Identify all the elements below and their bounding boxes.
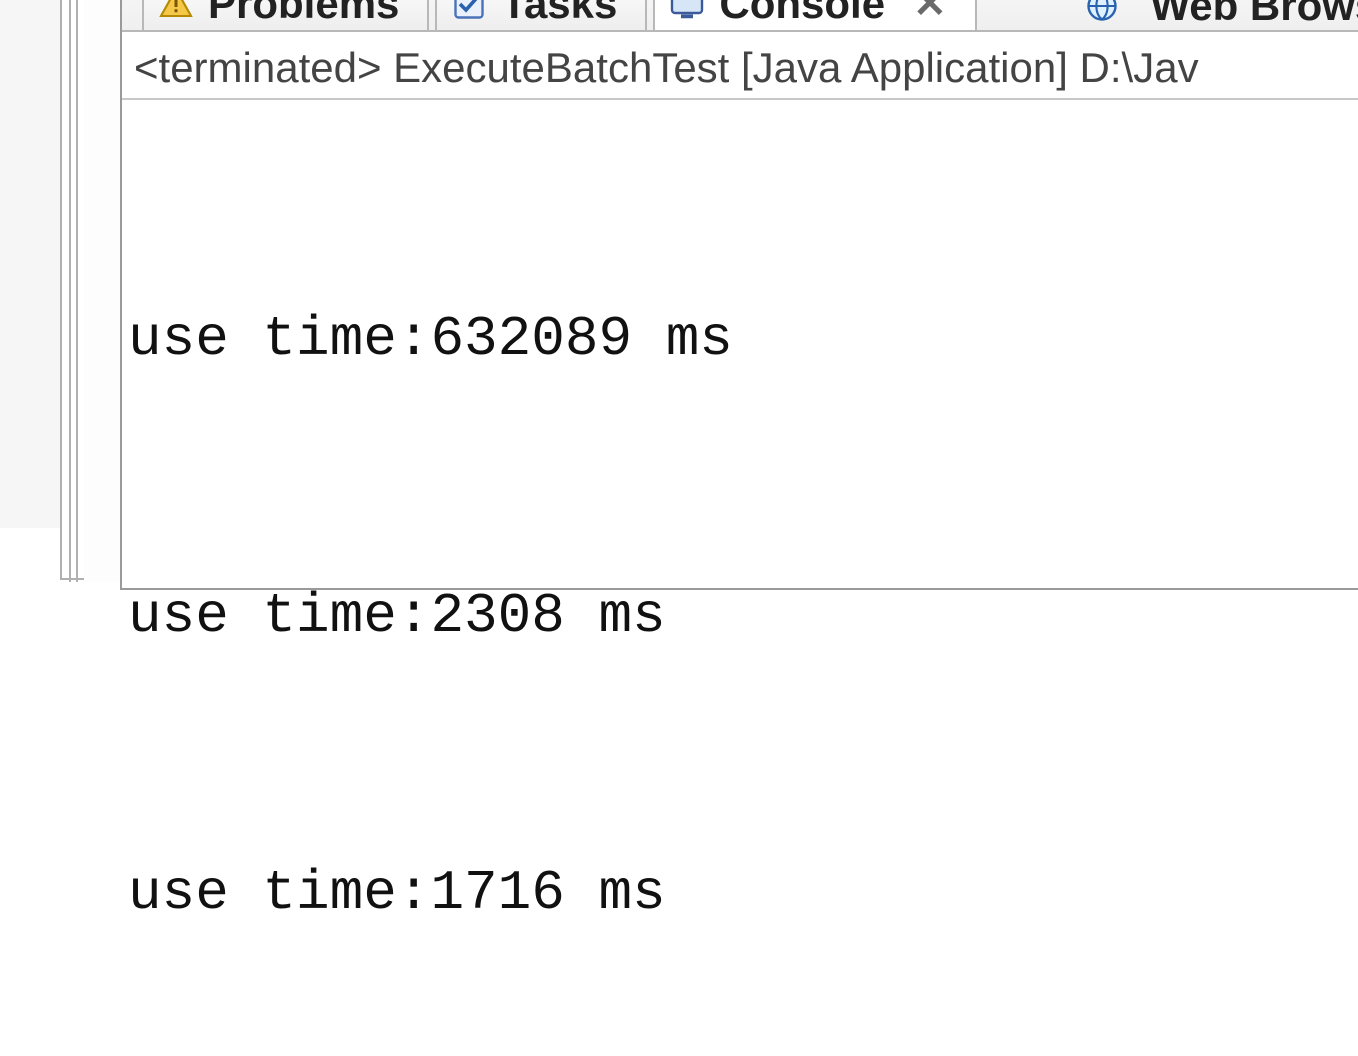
tab-tasks[interactable]: Tasks: [435, 0, 647, 32]
console-line: use time:632089 ms: [128, 293, 1358, 385]
window-frame: Problems Tasks: [0, 0, 1358, 528]
warning-icon: [158, 0, 194, 22]
console-line: use time:2308 ms: [128, 570, 1358, 662]
tab-console-label: Console: [719, 0, 885, 28]
tab-console[interactable]: Console ✕: [653, 0, 976, 32]
console-output[interactable]: use time:632089 ms use time:2308 ms use …: [122, 100, 1358, 1056]
console-icon: [669, 0, 705, 22]
tab-problems[interactable]: Problems: [142, 0, 429, 32]
tab-tasks-label: Tasks: [501, 0, 617, 28]
pin-icon: ✕: [913, 0, 947, 27]
view-tabbar: Problems Tasks: [122, 0, 1358, 32]
globe-icon: [1084, 0, 1120, 24]
bottom-panel: Problems Tasks: [120, 0, 1358, 590]
tab-problems-label: Problems: [208, 0, 399, 28]
tab-webbrowser-label[interactable]: Web Browser: [1150, 0, 1358, 30]
console-status-text: <terminated> ExecuteBatchTest [Java Appl…: [134, 44, 1199, 91]
tabbar-right-group: Web Browser: [1084, 0, 1358, 30]
console-line: use time:1716 ms: [128, 847, 1358, 939]
console-status: <terminated> ExecuteBatchTest [Java Appl…: [122, 32, 1358, 100]
checklist-icon: [451, 0, 487, 22]
